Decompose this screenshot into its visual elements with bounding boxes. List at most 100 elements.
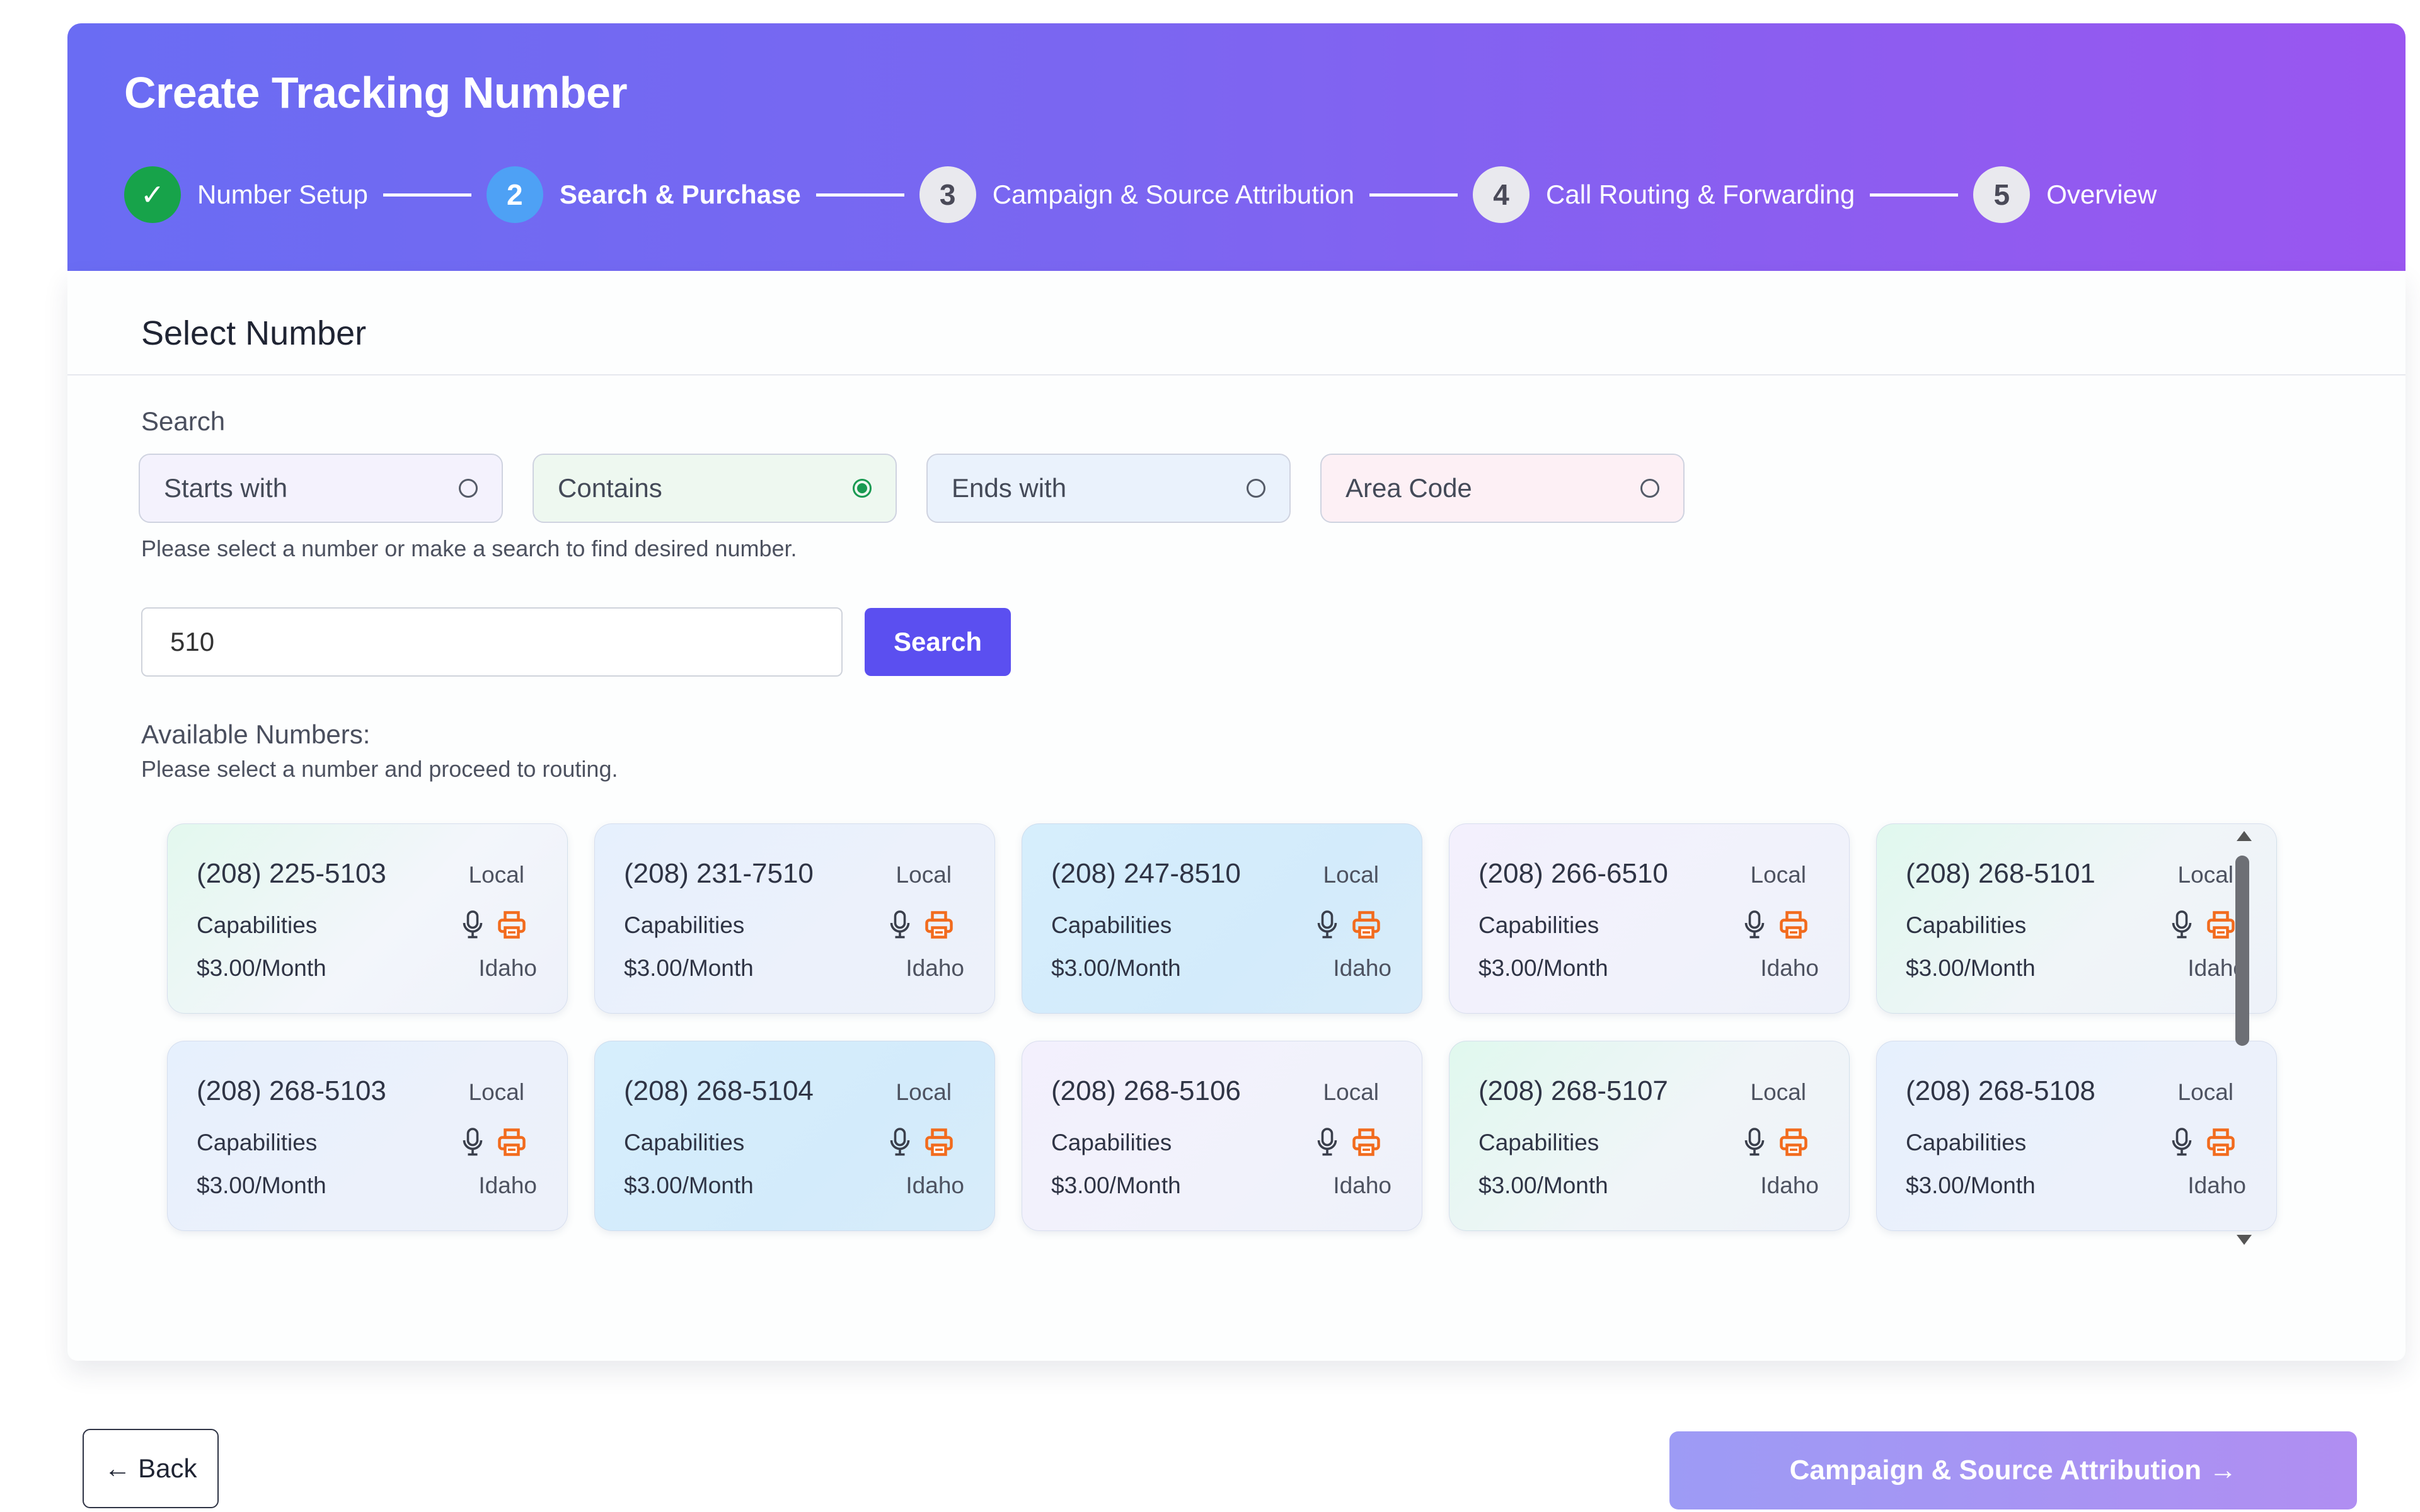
number-state: Idaho <box>478 1172 537 1198</box>
number-card[interactable]: (208) 266-6510 Local Capabilities $3.00/Mon… <box>1449 823 1850 1014</box>
printer-icon <box>1352 911 1380 939</box>
phone-number: (208) 268-5101 <box>1906 858 2095 889</box>
microphone-icon <box>2172 910 2192 939</box>
microphone-icon <box>2172 1128 2192 1156</box>
phone-number: (208) 231-7510 <box>624 858 814 889</box>
microphone-icon <box>1744 910 1765 939</box>
option-starts-with[interactable]: Starts with <box>139 454 503 523</box>
printer-icon <box>2207 1128 2235 1156</box>
scroll-down-arrow[interactable] <box>2237 1235 2252 1245</box>
capabilities-label: Capabilities <box>1906 1130 2027 1155</box>
printer-icon <box>1780 911 1807 939</box>
number-state: Idaho <box>478 955 537 981</box>
printer-icon <box>498 1128 526 1156</box>
search-hint: Please select a number or make a search … <box>141 536 797 561</box>
step-campaign-attribution[interactable]: 3 Campaign & Source Attribution <box>919 166 1354 223</box>
search-button[interactable]: Search <box>865 608 1011 676</box>
printer-icon <box>1780 1128 1807 1156</box>
number-state: Idaho <box>1760 955 1819 981</box>
phone-number: (208) 268-5107 <box>1478 1075 1668 1106</box>
back-button[interactable]: ← Back <box>83 1429 219 1508</box>
monthly-price: $3.00/Month <box>197 1172 326 1198</box>
capabilities-label: Capabilities <box>624 912 745 938</box>
number-state: Idaho <box>906 1172 964 1198</box>
number-card[interactable]: (208) 268-5103 Local Capabilities $3.00/Mon… <box>167 1041 568 1231</box>
number-state: Idaho <box>906 955 964 981</box>
available-numbers-title: Available Numbers: <box>141 719 371 749</box>
number-type: Local <box>1750 1079 1806 1105</box>
step-connector <box>383 193 471 197</box>
printer-icon <box>925 1128 953 1156</box>
microphone-icon <box>1317 910 1337 939</box>
phone-number: (208) 268-5108 <box>1906 1075 2095 1106</box>
step-number-setup[interactable]: ✓ Number Setup <box>124 166 368 223</box>
step-connector <box>1870 193 1959 197</box>
next-step-button[interactable]: Campaign & Source Attribution → <box>1669 1431 2357 1509</box>
number-type: Local <box>468 1079 524 1105</box>
radio-button[interactable] <box>1640 479 1659 498</box>
step-search-purchase[interactable]: 2 Search & Purchase <box>486 166 801 223</box>
scroll-up-arrow[interactable] <box>2237 831 2252 841</box>
option-label: Contains <box>558 473 662 503</box>
capabilities-label: Capabilities <box>1051 912 1172 938</box>
printer-icon <box>925 911 953 939</box>
monthly-price: $3.00/Month <box>1051 955 1181 981</box>
radio-button[interactable] <box>459 479 478 498</box>
number-card[interactable]: (208) 268-5106 Local Capabilities $3.00/Mon… <box>1022 1041 1422 1231</box>
radio-button[interactable] <box>1247 479 1265 498</box>
step-label: Call Routing & Forwarding <box>1546 180 1855 209</box>
number-card[interactable]: (208) 231-7510 Local Capabilities $3.00/Mon… <box>594 823 995 1014</box>
printer-icon <box>498 911 526 939</box>
number-card[interactable]: (208) 247-8510 Local Capabilities $3.00/Mon… <box>1022 823 1422 1014</box>
step-number: 5 <box>1973 166 2031 223</box>
option-label: Ends with <box>952 473 1067 503</box>
check-icon: ✓ <box>124 166 181 223</box>
search-input[interactable] <box>141 607 843 677</box>
stepper: ✓ Number Setup 2 Search & Purchase 3 Cam… <box>124 166 2157 224</box>
number-card[interactable]: (208) 268-5104 Local Capabilities $3.00/Mon… <box>594 1041 995 1231</box>
capabilities-label: Capabilities <box>1478 1130 1599 1155</box>
step-overview[interactable]: 5 Overview <box>1973 166 2157 223</box>
number-card[interactable]: (208) 268-5108 Local Capabilities $3.00/Mon… <box>1876 1041 2277 1231</box>
monthly-price: $3.00/Month <box>1051 1172 1181 1198</box>
number-state: Idaho <box>1333 1172 1392 1198</box>
capabilities-label: Capabilities <box>1906 912 2027 938</box>
capabilities-label: Capabilities <box>1478 912 1599 938</box>
number-card[interactable]: (208) 225-5103 Local Capabilities $3.00/Mon… <box>167 823 568 1014</box>
capabilities-label: Capabilities <box>624 1130 745 1155</box>
phone-number: (208) 225-5103 <box>197 858 386 889</box>
number-state: Idaho <box>2187 1172 2246 1198</box>
step-call-routing[interactable]: 4 Call Routing & Forwarding <box>1473 166 1855 223</box>
step-label: Campaign & Source Attribution <box>992 180 1355 209</box>
number-state: Idaho <box>1760 1172 1819 1198</box>
scrollbar-thumb[interactable] <box>2235 856 2249 1046</box>
step-connector <box>815 193 904 197</box>
number-card[interactable]: (208) 268-5101 Local Capabilities $3.00/Mon… <box>1876 823 2277 1014</box>
monthly-price: $3.00/Month <box>1478 1172 1608 1198</box>
option-area-code[interactable]: Area Code <box>1320 454 1685 523</box>
search-label: Search <box>141 406 226 436</box>
number-card[interactable]: (208) 268-5107 Local Capabilities $3.00/Mon… <box>1449 1041 1850 1231</box>
microphone-icon <box>463 1128 483 1156</box>
option-ends-with[interactable]: Ends with <box>926 454 1291 523</box>
microphone-icon <box>890 910 910 939</box>
option-label: Starts with <box>164 473 288 503</box>
monthly-price: $3.00/Month <box>1478 955 1608 981</box>
number-type: Local <box>468 862 524 888</box>
option-label: Area Code <box>1345 473 1472 503</box>
monthly-price: $3.00/Month <box>1906 955 2036 981</box>
microphone-icon <box>1744 1128 1765 1156</box>
radio-button-selected[interactable] <box>853 479 872 498</box>
number-type: Local <box>896 1079 952 1105</box>
step-label: Search & Purchase <box>559 180 801 209</box>
number-type: Local <box>896 862 952 888</box>
wizard-header: Create Tracking Number ✓ Number Setup 2 … <box>67 23 2406 271</box>
printer-icon <box>1352 1128 1380 1156</box>
printer-icon <box>2207 911 2235 939</box>
monthly-price: $3.00/Month <box>197 955 326 981</box>
number-state: Idaho <box>1333 955 1392 981</box>
option-contains[interactable]: Contains <box>533 454 897 523</box>
number-type: Local <box>2177 1079 2233 1105</box>
step-connector <box>1369 193 1458 197</box>
section-title: Select Number <box>141 314 367 352</box>
